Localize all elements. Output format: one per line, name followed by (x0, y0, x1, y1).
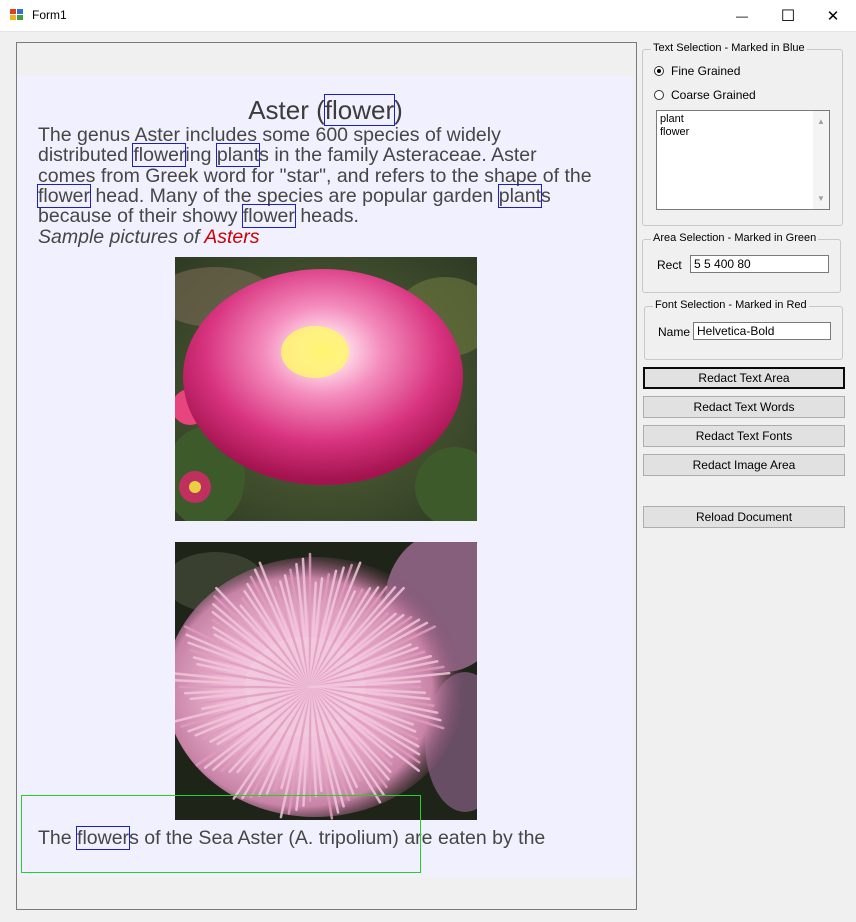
reload-document-button[interactable]: Reload Document (643, 506, 845, 528)
font-name-input[interactable] (693, 322, 831, 340)
font-selection-legend: Font Selection - Marked in Red (653, 299, 809, 311)
paragraph-line: comes from Greek word for "star", and re… (38, 164, 592, 187)
fine-grained-radio[interactable]: Fine Grained (654, 64, 740, 78)
minimize-icon: — (736, 8, 748, 23)
word-mark: flower (36, 183, 92, 208)
aster-photo-2 (175, 542, 477, 820)
redact-text-words-button[interactable]: Redact Text Words (643, 396, 845, 418)
aster-photo-1 (175, 257, 477, 521)
paragraph-line: flower head. Many of the species are pop… (36, 183, 551, 208)
app-icon (10, 9, 24, 21)
coarse-grained-radio[interactable]: Coarse Grained (654, 88, 756, 102)
word-mark: flower (241, 204, 296, 229)
redact-text-area-button[interactable]: Redact Text Area (643, 367, 845, 389)
document-viewer[interactable]: Aster (flower) The genus Aster includes … (16, 42, 637, 910)
pdf-page: Aster (flower) The genus Aster includes … (17, 76, 634, 877)
maximize-button[interactable]: ☐ (765, 0, 811, 31)
area-selection-rect (21, 795, 421, 873)
font-name-label: Name (658, 325, 691, 339)
close-button[interactable]: ✕ (810, 0, 856, 31)
text-selection-group: Text Selection - Marked in Blue Fine Gra… (642, 42, 843, 226)
heading-text: Aster ( (248, 95, 325, 125)
radio-unchecked-icon (654, 90, 664, 100)
image-caption: Sample pictures of Asters (38, 226, 260, 248)
close-icon: ✕ (826, 7, 840, 25)
heading-text: ) (394, 95, 403, 125)
redact-image-area-button[interactable]: Redact Image Area (643, 454, 845, 476)
window-title: Form1 (32, 8, 67, 22)
word-mark: plant (497, 183, 543, 208)
area-selection-legend: Area Selection - Marked in Green (651, 232, 819, 244)
scroll-up-icon[interactable]: ▲ (817, 115, 825, 128)
fine-grained-label: Fine Grained (671, 64, 741, 78)
listbox-scrollbar[interactable]: ▲ ▼ (813, 111, 829, 209)
radio-checked-icon (654, 66, 664, 76)
list-item[interactable]: flower (657, 126, 829, 139)
maximize-icon: ☐ (780, 7, 796, 25)
paragraph-line: because of their showy flower heads. (38, 204, 359, 229)
paragraph-line: distributed flowering plants in the fami… (38, 143, 537, 168)
area-selection-group: Area Selection - Marked in Green Rect (642, 232, 841, 293)
list-item[interactable]: plant (657, 113, 829, 126)
document-heading: Aster (flower) (17, 94, 634, 126)
words-listbox[interactable]: plant flower ▲ ▼ (656, 110, 830, 210)
minimize-button[interactable]: — (719, 0, 765, 31)
coarse-grained-label: Coarse Grained (671, 88, 756, 102)
word-mark: flower (323, 94, 396, 126)
paragraph-line: The genus Aster includes some 600 specie… (38, 124, 501, 146)
document-paragraph: The genus Aster includes some 600 specie… (36, 124, 628, 229)
scroll-down-icon[interactable]: ▼ (817, 192, 825, 205)
rect-label: Rect (657, 258, 682, 272)
rect-input[interactable] (690, 255, 829, 273)
red-font-text: Asters (204, 226, 260, 248)
font-selection-group: Font Selection - Marked in Red Name (644, 299, 843, 360)
title-bar: Form1 — ☐ ✕ (0, 0, 856, 32)
word-mark: flower (132, 143, 187, 168)
text-selection-legend: Text Selection - Marked in Blue (651, 42, 807, 54)
redact-text-fonts-button[interactable]: Redact Text Fonts (643, 425, 845, 447)
word-mark: plant (215, 143, 261, 168)
